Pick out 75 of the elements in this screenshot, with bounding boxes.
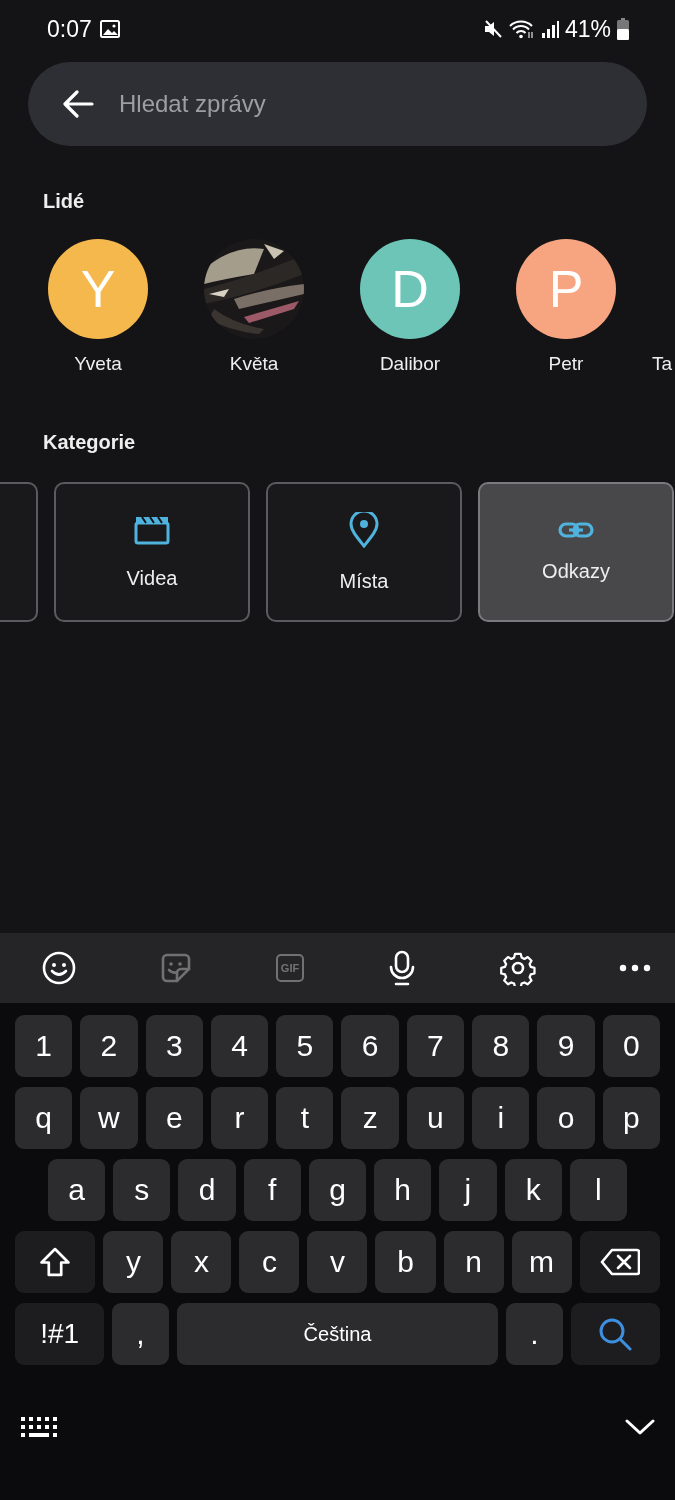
search-bar[interactable]: Hledat zprávy	[28, 62, 647, 146]
key[interactable]: q	[15, 1087, 73, 1149]
backspace-key[interactable]	[579, 1231, 660, 1293]
category-card[interactable]: Odkazy	[478, 482, 674, 622]
shift-icon	[40, 1247, 71, 1277]
key[interactable]: 5	[276, 1015, 334, 1077]
clock-time: 0:07	[47, 15, 92, 43]
mute-icon	[482, 19, 503, 39]
key[interactable]: 4	[210, 1015, 269, 1077]
symbols-key[interactable]: !#1	[15, 1303, 105, 1365]
contact-name: Květa	[229, 353, 279, 375]
contact-name: Petr	[548, 353, 584, 375]
search-icon	[598, 1317, 633, 1351]
key[interactable]: 0	[602, 1015, 660, 1077]
key[interactable]: c	[239, 1231, 300, 1293]
key[interactable]: r	[210, 1087, 269, 1149]
key[interactable]: z	[341, 1087, 399, 1149]
category-card[interactable]: Videa	[54, 482, 250, 622]
key[interactable]: 3	[145, 1015, 203, 1077]
keyboard-icon[interactable]	[20, 1415, 58, 1439]
key[interactable]: t	[276, 1087, 334, 1149]
contact-name: Ta	[652, 353, 673, 375]
emoji-icon[interactable]	[42, 951, 76, 985]
key[interactable]: ,	[112, 1303, 169, 1365]
back-arrow-icon[interactable]	[62, 90, 94, 118]
key[interactable]: u	[406, 1087, 465, 1149]
key[interactable]: 1	[15, 1015, 73, 1077]
shift-key[interactable]	[15, 1231, 96, 1293]
key[interactable]: f	[243, 1159, 301, 1221]
microphone-icon[interactable]	[387, 950, 417, 986]
key[interactable]: o	[537, 1087, 595, 1149]
signal-icon	[540, 19, 559, 39]
key[interactable]: j	[439, 1159, 497, 1221]
key[interactable]: 8	[472, 1015, 530, 1077]
key[interactable]: e	[145, 1087, 203, 1149]
settings-icon[interactable]	[500, 950, 536, 986]
contact-name: Yveta	[74, 353, 122, 375]
key[interactable]: 6	[341, 1015, 399, 1077]
search-key[interactable]	[570, 1303, 660, 1365]
wifi-icon	[508, 19, 535, 39]
key[interactable]: n	[443, 1231, 504, 1293]
battery-percent: 41%	[564, 15, 611, 43]
key[interactable]: g	[308, 1159, 367, 1221]
key[interactable]: d	[178, 1159, 236, 1221]
contact-name: Dalibor	[379, 353, 441, 375]
section-title: Kategorie	[43, 431, 136, 454]
key[interactable]: h	[374, 1159, 432, 1221]
location-pin-icon	[349, 511, 379, 548]
key[interactable]: a	[48, 1159, 106, 1221]
key[interactable]: l	[569, 1159, 627, 1221]
key[interactable]: 7	[406, 1015, 465, 1077]
key[interactable]: p	[602, 1087, 660, 1149]
key[interactable]: y	[103, 1231, 164, 1293]
link-icon	[558, 521, 594, 538]
key[interactable]: b	[375, 1231, 436, 1293]
image-icon	[99, 20, 120, 38]
key[interactable]: i	[472, 1087, 530, 1149]
backspace-icon	[599, 1248, 640, 1276]
key[interactable]: v	[307, 1231, 368, 1293]
section-title: Lidé	[43, 190, 85, 213]
video-clapper-icon	[134, 514, 170, 545]
category-card[interactable]: Místa	[266, 482, 462, 622]
key[interactable]: k	[504, 1159, 562, 1221]
key[interactable]: m	[511, 1231, 572, 1293]
search-field[interactable]: Hledat zprávy	[119, 90, 617, 118]
key[interactable]: x	[171, 1231, 232, 1293]
key[interactable]: .	[506, 1303, 563, 1365]
space-key[interactable]: Čeština	[176, 1303, 499, 1365]
battery-icon	[617, 18, 629, 40]
key[interactable]: s	[113, 1159, 171, 1221]
more-icon[interactable]	[619, 964, 651, 972]
key[interactable]: 9	[537, 1015, 595, 1077]
key[interactable]: 2	[80, 1015, 138, 1077]
chevron-down-icon[interactable]	[625, 1418, 655, 1436]
key[interactable]: w	[80, 1087, 138, 1149]
